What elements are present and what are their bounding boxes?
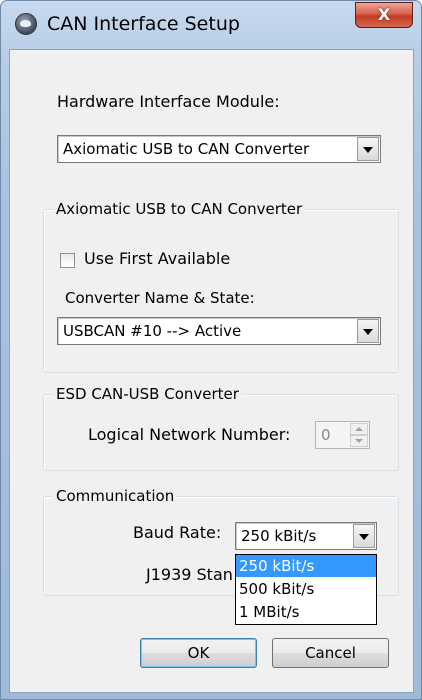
baud-option-500[interactable]: 500 kBit/s: [236, 578, 376, 600]
communication-group-title: Communication: [53, 487, 178, 505]
baud-option-250[interactable]: 250 kBit/s: [236, 555, 376, 577]
app-icon: [15, 13, 37, 35]
title-bar[interactable]: CAN Interface Setup X: [1, 1, 421, 49]
logical-network-value: 0: [321, 426, 331, 444]
logical-network-label: Logical Network Number:: [88, 425, 291, 444]
baud-rate-label: Baud Rate:: [133, 523, 222, 542]
converter-name-label: Converter Name & State:: [65, 289, 255, 307]
hardware-module-value: Axiomatic USB to CAN Converter: [63, 140, 310, 158]
dialog-window: CAN Interface Setup X Hardware Interface…: [0, 0, 422, 700]
converter-name-value: USBCAN #10 --> Active: [63, 322, 242, 340]
use-first-available-label[interactable]: Use First Available: [84, 249, 230, 268]
axiomatic-group-title: Axiomatic USB to CAN Converter: [53, 200, 306, 218]
close-button[interactable]: X: [355, 2, 413, 28]
baud-rate-dropdown[interactable]: 250 kBit/s: [235, 522, 377, 550]
chevron-down-icon[interactable]: [353, 524, 375, 548]
hardware-module-dropdown[interactable]: Axiomatic USB to CAN Converter: [57, 135, 381, 163]
use-first-available-checkbox[interactable]: [60, 253, 75, 268]
esd-group-title: ESD CAN-USB Converter: [53, 385, 242, 403]
chevron-down-icon[interactable]: [357, 319, 379, 343]
spin-up-icon[interactable]: [350, 423, 368, 435]
converter-name-dropdown[interactable]: USBCAN #10 --> Active: [57, 317, 381, 345]
window-title: CAN Interface Setup: [47, 13, 240, 35]
baud-option-1m[interactable]: 1 MBit/s: [236, 601, 376, 623]
logical-network-spinner[interactable]: 0: [315, 421, 370, 449]
j1939-label: J1939 Stan: [146, 565, 233, 584]
cancel-button[interactable]: Cancel: [272, 638, 389, 668]
ok-button[interactable]: OK: [140, 638, 257, 668]
dialog-client-area: Hardware Interface Module: Axiomatic USB…: [9, 49, 414, 693]
chevron-down-icon[interactable]: [357, 137, 379, 161]
baud-rate-options-list: 250 kBit/s 500 kBit/s 1 MBit/s: [235, 554, 377, 625]
baud-rate-value: 250 kBit/s: [241, 527, 317, 545]
hardware-module-label: Hardware Interface Module:: [57, 92, 280, 111]
spin-down-icon[interactable]: [350, 435, 368, 447]
